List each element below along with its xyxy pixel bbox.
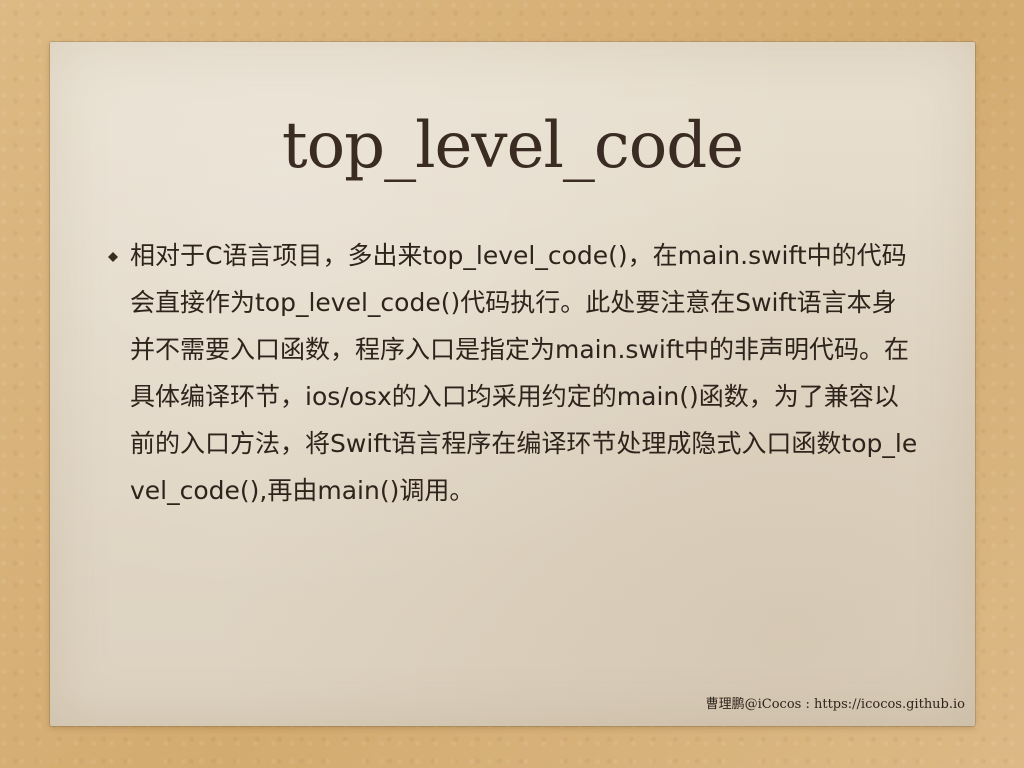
- bullet-item: 相对于C语言项目，多出来top_level_code()，在main.swift…: [106, 232, 931, 514]
- slide-title: top_level_code: [281, 109, 744, 183]
- slide-card: top_level_code 相对于C语言项目，多出来top_level_cod…: [50, 42, 975, 726]
- bullet-diamond-icon: [106, 250, 124, 264]
- bullet-text: 相对于C语言项目，多出来top_level_code()，在main.swift…: [130, 241, 918, 505]
- footer-credit: 曹理鹏@iCocos : https://icocos.github.io: [705, 697, 965, 712]
